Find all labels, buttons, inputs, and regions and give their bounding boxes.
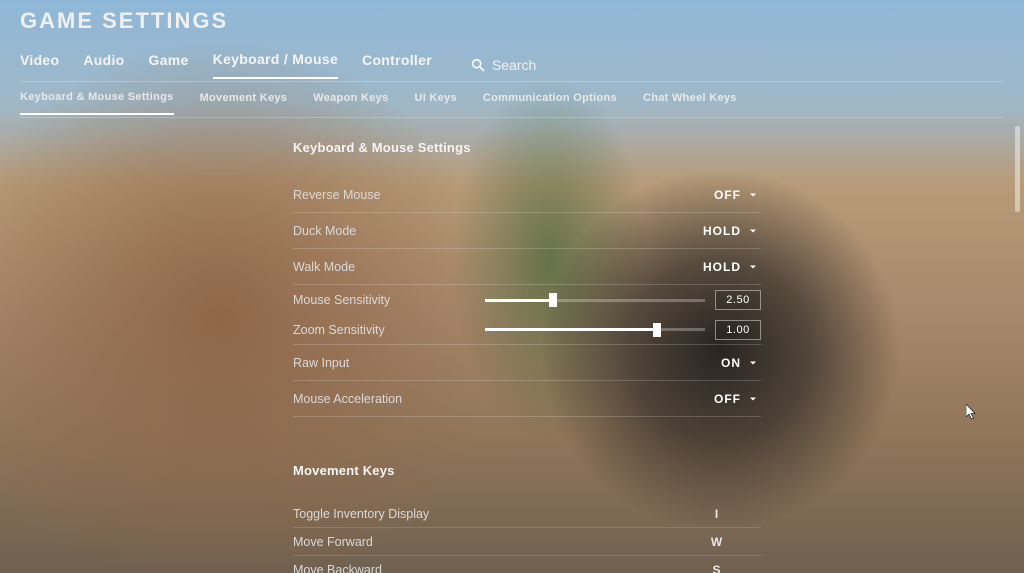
chevron-down-icon <box>747 357 759 369</box>
subtab-movement-keys[interactable]: Movement Keys <box>200 92 288 114</box>
setting-label: Mouse Sensitivity <box>293 293 485 307</box>
section-title-movement: Movement Keys <box>293 463 761 478</box>
binding-key[interactable]: I <box>673 507 761 521</box>
mouse-acceleration-dropdown[interactable]: OFF <box>706 388 761 410</box>
tab-video[interactable]: Video <box>20 52 59 78</box>
scrollbar-thumb[interactable] <box>1015 126 1020 212</box>
setting-reverse-mouse: Reverse Mouse OFF <box>293 177 761 213</box>
vertical-scrollbar[interactable] <box>1015 120 1020 550</box>
tab-controller[interactable]: Controller <box>362 52 432 78</box>
subtab-weapon-keys[interactable]: Weapon Keys <box>313 92 388 114</box>
section-title-km: Keyboard & Mouse Settings <box>293 140 761 155</box>
setting-mouse-sensitivity: Mouse Sensitivity 2.50 <box>293 285 761 315</box>
dropdown-value: ON <box>721 356 741 370</box>
chevron-down-icon <box>747 261 759 273</box>
setting-label: Duck Mode <box>293 224 695 238</box>
setting-zoom-sensitivity: Zoom Sensitivity 1.00 <box>293 315 761 345</box>
tab-game[interactable]: Game <box>149 52 189 78</box>
search-icon <box>470 57 486 73</box>
binding-move-forward[interactable]: Move Forward W <box>293 528 761 556</box>
setting-label: Zoom Sensitivity <box>293 323 485 337</box>
subtab-ui-keys[interactable]: UI Keys <box>414 92 456 114</box>
setting-label: Mouse Acceleration <box>293 392 706 406</box>
dropdown-value: OFF <box>714 392 741 406</box>
setting-walk-mode: Walk Mode HOLD <box>293 249 761 285</box>
sub-tabs: Keyboard & Mouse Settings Movement Keys … <box>20 88 1004 118</box>
setting-label: Walk Mode <box>293 260 695 274</box>
mouse-sensitivity-slider[interactable] <box>485 299 705 302</box>
dropdown-value: HOLD <box>703 224 741 238</box>
settings-scroll-area[interactable]: Keyboard & Mouse Settings Reverse Mouse … <box>0 120 1024 573</box>
duck-mode-dropdown[interactable]: HOLD <box>695 220 761 242</box>
chevron-down-icon <box>747 225 759 237</box>
reverse-mouse-dropdown[interactable]: OFF <box>706 184 761 206</box>
dropdown-value: HOLD <box>703 260 741 274</box>
tab-audio[interactable]: Audio <box>83 52 124 78</box>
walk-mode-dropdown[interactable]: HOLD <box>695 256 761 278</box>
binding-label: Move Forward <box>293 535 673 549</box>
tab-keyboard-mouse[interactable]: Keyboard / Mouse <box>213 51 338 79</box>
binding-label: Move Backward <box>293 563 673 573</box>
subtab-chat-wheel[interactable]: Chat Wheel Keys <box>643 92 737 114</box>
setting-mouse-acceleration: Mouse Acceleration OFF <box>293 381 761 417</box>
binding-key[interactable]: W <box>673 535 761 549</box>
binding-move-backward[interactable]: Move Backward S <box>293 556 761 573</box>
page-title: GAME SETTINGS <box>20 8 228 34</box>
subtab-communication[interactable]: Communication Options <box>483 92 617 114</box>
binding-label: Toggle Inventory Display <box>293 507 673 521</box>
search-button[interactable]: Search <box>470 57 536 73</box>
subtab-km-settings[interactable]: Keyboard & Mouse Settings <box>20 91 174 115</box>
chevron-down-icon <box>747 393 759 405</box>
chevron-down-icon <box>747 189 759 201</box>
binding-key[interactable]: S <box>673 563 761 573</box>
raw-input-dropdown[interactable]: ON <box>713 352 761 374</box>
setting-label: Raw Input <box>293 356 713 370</box>
setting-duck-mode: Duck Mode HOLD <box>293 213 761 249</box>
main-tabs: Video Audio Game Keyboard / Mouse Contro… <box>20 48 1004 82</box>
zoom-sensitivity-slider[interactable] <box>485 328 705 331</box>
zoom-sensitivity-value[interactable]: 1.00 <box>715 320 761 340</box>
mouse-sensitivity-value[interactable]: 2.50 <box>715 290 761 310</box>
binding-toggle-inventory[interactable]: Toggle Inventory Display I <box>293 500 761 528</box>
search-label: Search <box>492 57 536 73</box>
dropdown-value: OFF <box>714 188 741 202</box>
setting-label: Reverse Mouse <box>293 188 706 202</box>
setting-raw-input: Raw Input ON <box>293 345 761 381</box>
